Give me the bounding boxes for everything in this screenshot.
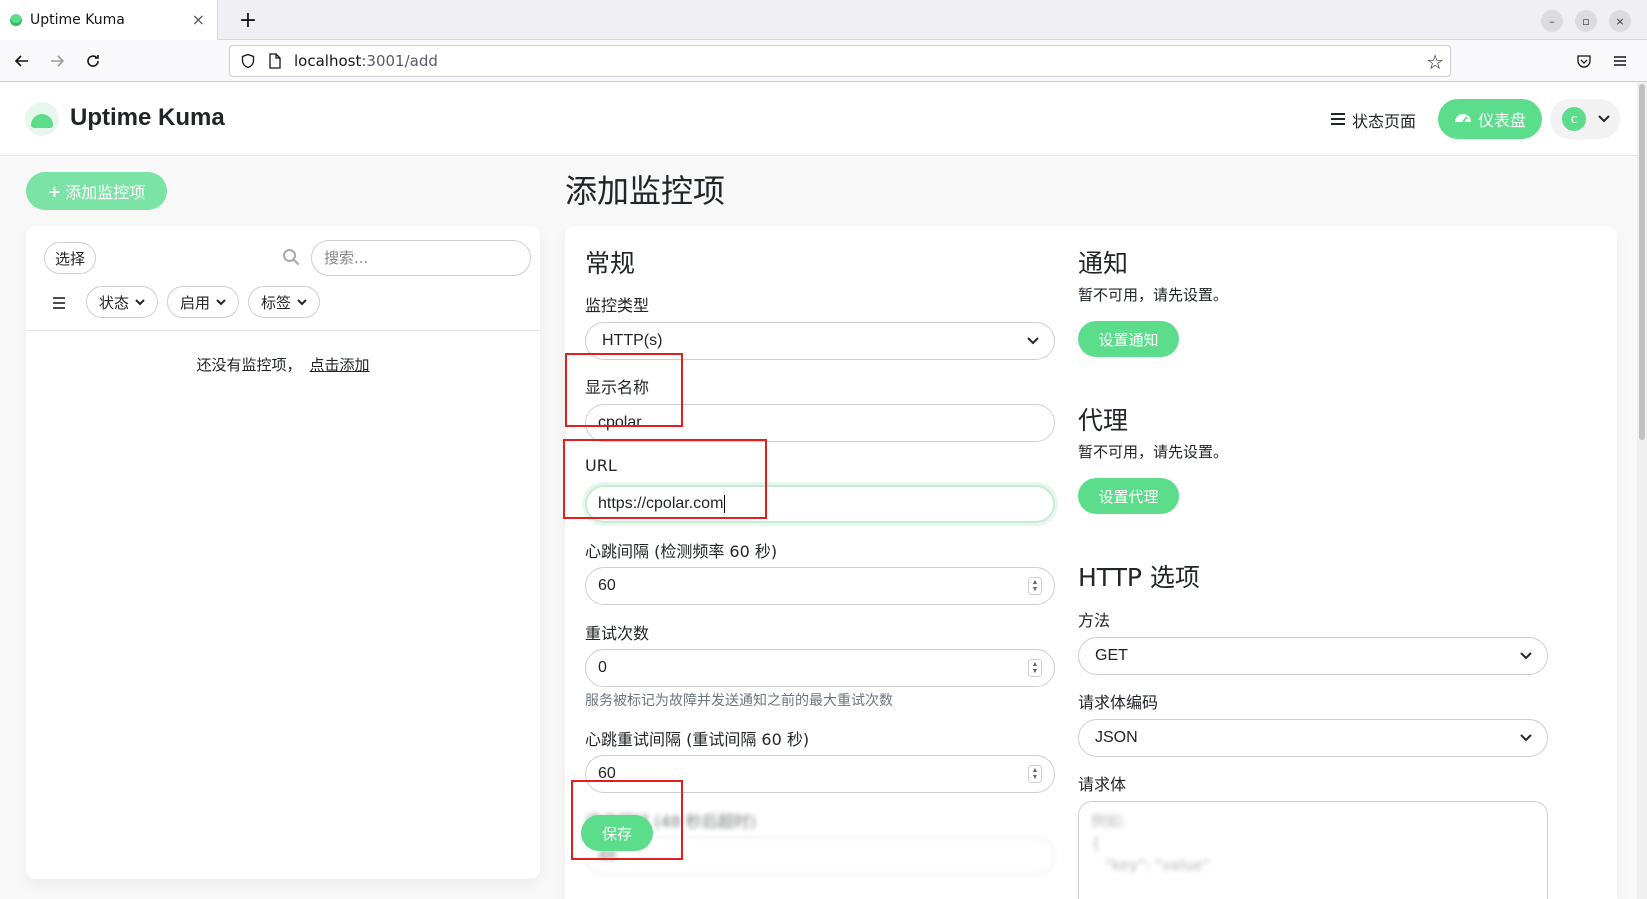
chevron-down-icon — [135, 296, 145, 309]
annotation-box-display-name — [565, 353, 683, 427]
number-spinner[interactable]: ▲ ▼ — [1028, 659, 1042, 677]
heartbeat-interval-label: 心跳间隔 (检测频率 60 秒) — [585, 542, 778, 561]
filter-status-dropdown[interactable]: 状态 — [86, 286, 159, 318]
add-monitor-form: 常规 监控类型 HTTP(s) 显示名称 cpolar URL https://… — [565, 226, 1617, 899]
monitor-type-label: 监控类型 — [585, 296, 650, 315]
select-button[interactable]: 选择 — [44, 242, 96, 274]
body-label: 请求体 — [1078, 775, 1127, 794]
scrollbar-thumb[interactable] — [1639, 84, 1645, 440]
chevron-down-icon — [297, 296, 307, 309]
heartbeat-interval-input[interactable]: 60 ▲ ▼ — [585, 567, 1055, 605]
list-icon — [1330, 111, 1346, 130]
retries-help-text: 服务被标记为故障并发送通知之前的最大重试次数 — [585, 693, 893, 709]
chevron-down-icon — [1519, 648, 1533, 662]
notifications-section-title: 通知 — [1078, 249, 1129, 278]
browser-nav-bar: localhost:3001/add ☆ — [0, 40, 1647, 82]
setup-proxy-button[interactable]: 设置代理 — [1078, 478, 1179, 514]
menu-hamburger-icon[interactable] — [1607, 48, 1633, 74]
add-monitor-label: 添加监控项 — [65, 183, 146, 202]
add-monitor-link[interactable]: 点击添加 — [310, 356, 370, 374]
pocket-icon[interactable] — [1571, 48, 1597, 74]
page-title: 添加监控项 — [565, 172, 726, 210]
annotation-box-save — [571, 780, 683, 860]
empty-list-text: 还没有监控项， — [196, 356, 302, 374]
page-scrollbar[interactable] — [1637, 82, 1647, 899]
status-page-link[interactable]: 状态页面 — [1330, 102, 1416, 138]
browser-tab[interactable]: Uptime Kuma × — [0, 0, 218, 40]
shield-icon[interactable] — [240, 53, 256, 69]
window-maximize-button[interactable]: ▫ — [1575, 10, 1597, 32]
body-encoding-select[interactable]: JSON — [1078, 719, 1548, 757]
avatar: c — [1562, 107, 1586, 131]
bookmark-star-icon[interactable]: ☆ — [1426, 50, 1444, 74]
retry-interval-label: 心跳重试间隔 (重试间隔 60 秒) — [585, 730, 810, 749]
heartbeat-interval-value: 60 — [598, 577, 616, 594]
speedometer-icon — [1454, 109, 1472, 129]
proxy-section-title: 代理 — [1078, 406, 1129, 435]
body-encoding-label: 请求体编码 — [1078, 693, 1159, 712]
filter-active-label: 启用 — [180, 293, 211, 312]
dashboard-label: 仪表盘 — [1477, 111, 1526, 130]
browser-tab-bar: Uptime Kuma × + – ▫ × — [0, 0, 1647, 40]
body-placeholder: 例如: { "key": "value" — [1091, 812, 1210, 874]
app-title[interactable]: Uptime Kuma — [70, 104, 225, 132]
chevron-down-icon — [1598, 112, 1610, 126]
notifications-unavailable-text: 暂不可用，请先设置。 — [1078, 286, 1229, 304]
annotation-box-url — [563, 439, 767, 519]
proxy-unavailable-text: 暂不可用，请先设置。 — [1078, 443, 1229, 461]
number-spinner[interactable]: ▲ ▼ — [1028, 765, 1042, 783]
retries-label: 重试次数 — [585, 624, 650, 643]
number-spinner[interactable]: ▲ ▼ — [1028, 577, 1042, 595]
http-options-section-title: HTTP 选项 — [1078, 563, 1200, 592]
browser-tab-title: Uptime Kuma — [30, 12, 125, 28]
retries-value: 0 — [598, 659, 607, 676]
window-minimize-button[interactable]: – — [1541, 10, 1563, 32]
dashboard-button[interactable]: 仪表盘 — [1438, 99, 1542, 139]
new-tab-button[interactable]: + — [234, 6, 262, 34]
url-text: localhost:3001/add — [294, 52, 438, 70]
retries-input[interactable]: 0 ▲ ▼ — [585, 649, 1055, 687]
plus-icon: + — [47, 181, 62, 201]
search-input[interactable] — [311, 240, 531, 276]
body-encoding-value: JSON — [1095, 729, 1138, 746]
chevron-down-icon — [1519, 730, 1533, 744]
page-icon[interactable] — [268, 53, 282, 69]
reload-icon[interactable] — [80, 48, 106, 74]
status-page-label: 状态页面 — [1352, 112, 1417, 131]
chevron-down-icon — [1026, 333, 1040, 347]
divider — [26, 330, 540, 331]
chevron-down-icon — [216, 296, 226, 309]
method-value: GET — [1095, 647, 1128, 664]
filter-tags-dropdown[interactable]: 标签 — [248, 286, 321, 318]
filter-active-dropdown[interactable]: 启用 — [167, 286, 240, 318]
filter-status-label: 状态 — [99, 293, 130, 312]
method-label: 方法 — [1078, 611, 1111, 630]
empty-list-message: 还没有监控项， 点击添加 — [26, 354, 540, 375]
tab-close-icon[interactable]: × — [192, 10, 205, 29]
profile-dropdown[interactable]: c — [1550, 99, 1620, 139]
forward-arrow-icon[interactable] — [44, 48, 70, 74]
method-select[interactable]: GET — [1078, 637, 1548, 675]
add-monitor-button[interactable]: + 添加监控项 — [26, 172, 167, 210]
monitor-type-value: HTTP(s) — [602, 332, 663, 349]
address-bar[interactable]: localhost:3001/add ☆ — [229, 45, 1451, 77]
general-section-title: 常规 — [585, 249, 636, 278]
body-textarea[interactable]: 例如: { "key": "value" — [1078, 801, 1548, 899]
search-icon — [282, 248, 300, 266]
list-icon[interactable] — [52, 294, 66, 313]
back-arrow-icon[interactable] — [9, 48, 35, 74]
app-header: Uptime Kuma 状态页面 仪表盘 c — [0, 82, 1637, 156]
setup-notification-button[interactable]: 设置通知 — [1078, 321, 1179, 357]
uptime-kuma-logo-icon[interactable] — [25, 102, 59, 136]
monitor-list-panel: 选择 状态 启用 标签 还没有监控项， 点击添加 — [26, 226, 540, 879]
window-close-button[interactable]: × — [1609, 10, 1631, 32]
filter-tags-label: 标签 — [261, 293, 292, 312]
uptime-kuma-favicon-icon — [10, 14, 22, 26]
main-content: + 添加监控项 选择 状态 启用 标签 — [0, 156, 1637, 899]
